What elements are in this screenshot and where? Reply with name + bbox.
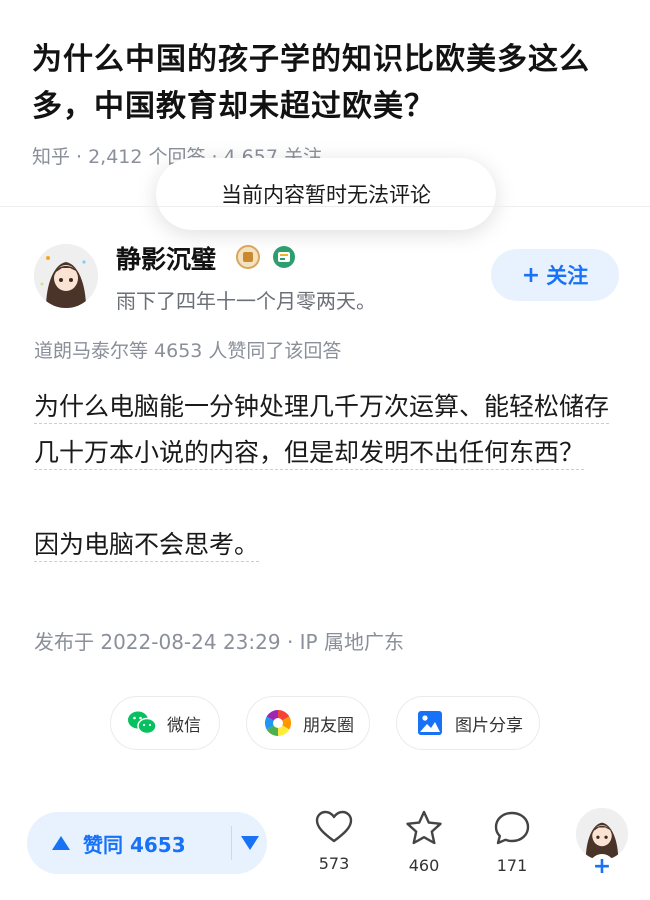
favorite-button[interactable]: 460 — [394, 810, 454, 875]
creator-badge-icon[interactable] — [236, 245, 260, 269]
answer-content[interactable]: 为什么电脑能一分钟处理几千万次运算、能轻松储存几十万本小说的内容，但是却发明不出… — [34, 384, 618, 568]
moments-icon — [263, 708, 293, 738]
publish-info: 发布于 2022-08-24 23:29 · IP 属地广东 — [34, 630, 404, 654]
question-title[interactable]: 为什么中国的孩子学的知识比欧美多这么多，中国教育却未超过欧美？ — [32, 36, 622, 130]
comment-icon — [494, 811, 530, 845]
like-button[interactable]: 573 — [304, 810, 364, 873]
vote-label: 赞同 4653 — [83, 832, 186, 857]
triangle-up-icon — [52, 836, 70, 850]
wechat-icon — [127, 708, 157, 738]
knowledge-badge-icon[interactable] — [272, 245, 296, 269]
follow-label: 关注 — [546, 264, 589, 288]
upvote-button[interactable]: 赞同 4653 — [27, 829, 231, 858]
image-icon — [415, 708, 445, 738]
share-moments-label: 朋友圈 — [303, 715, 354, 736]
author-bio: 雨下了四年十一个月零两天。 — [116, 289, 376, 313]
share-wechat-button[interactable]: 微信 — [110, 696, 220, 750]
toast-message: 当前内容暂时无法评论 — [156, 158, 496, 230]
vote-control: 赞同 4653 — [27, 812, 267, 874]
share-moments-button[interactable]: 朋友圈 — [246, 696, 370, 750]
favorite-count: 460 — [408, 856, 440, 875]
share-image-label: 图片分享 — [455, 715, 523, 736]
share-image-button[interactable]: 图片分享 — [396, 696, 540, 750]
user-avatar[interactable] — [576, 808, 628, 860]
like-count: 573 — [318, 854, 350, 873]
author-name[interactable]: 静影沉璧 — [116, 240, 216, 276]
source-label: 知乎 — [32, 146, 71, 168]
downvote-button[interactable] — [232, 835, 267, 851]
author-avatar[interactable] — [34, 244, 98, 308]
plus-icon: + — [521, 262, 541, 288]
share-wechat-label: 微信 — [167, 715, 201, 736]
answer-paragraph: 为什么电脑能一分钟处理几千万次运算、能轻松储存几十万本小说的内容，但是却发明不出… — [34, 392, 610, 470]
comment-button[interactable]: 171 — [482, 810, 542, 875]
follow-button[interactable]: + 关注 — [491, 249, 619, 301]
triangle-down-icon — [240, 836, 259, 850]
answer-paragraph: 因为电脑不会思考。 — [34, 530, 260, 562]
comment-count: 171 — [496, 856, 528, 875]
star-icon — [406, 810, 442, 845]
upvoters-line[interactable]: 道朗马泰尔等 4653 人赞同了该回答 — [34, 336, 341, 363]
add-plus-icon[interactable]: + — [589, 854, 615, 880]
heart-icon — [315, 810, 353, 843]
divider — [0, 206, 650, 207]
